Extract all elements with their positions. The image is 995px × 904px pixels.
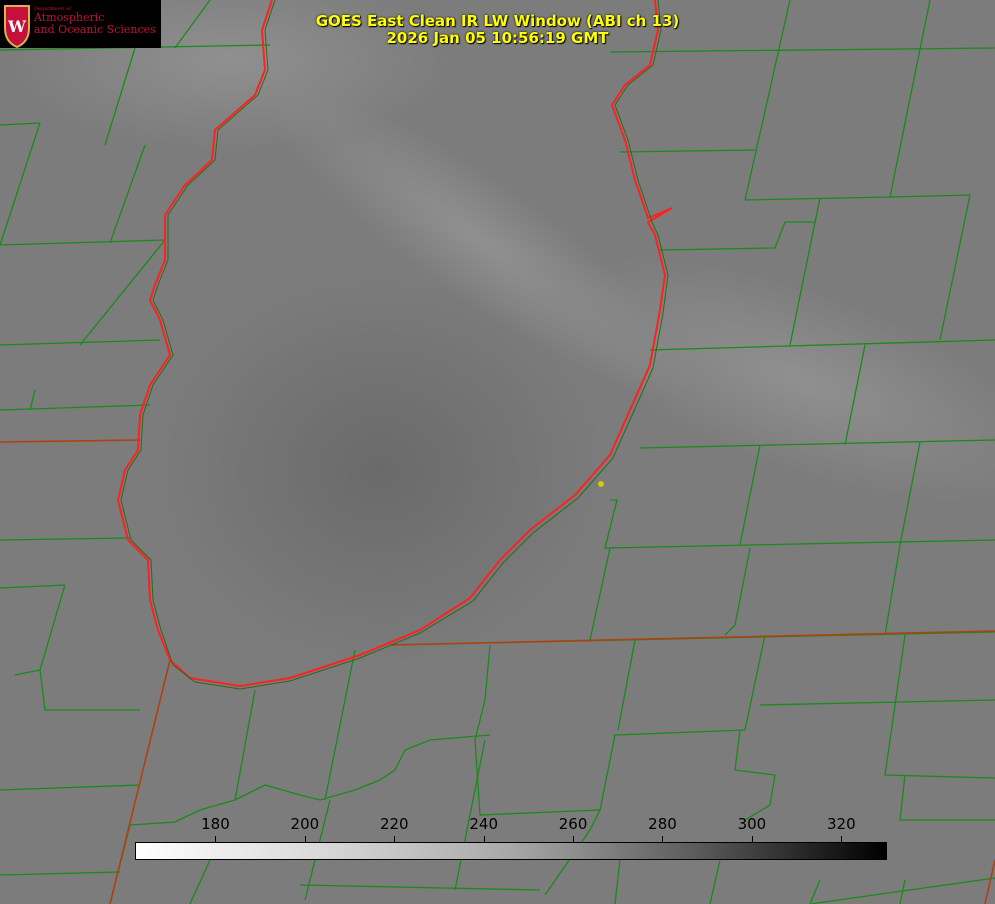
colorbar-tick-mark <box>841 836 843 842</box>
colorbar-tick-label: 180 <box>201 815 230 833</box>
colorbar-tick-mark <box>215 836 217 842</box>
colorbar-tick-label: 260 <box>558 815 588 833</box>
colorbar <box>135 842 887 860</box>
colorbar-tick-mark <box>304 836 306 842</box>
colorbar-tick-mark <box>662 836 664 842</box>
colorbar-tick-label: 320 <box>826 815 856 833</box>
colorbar-tick-mark <box>573 836 575 842</box>
image-timestamp: 2026 Jan 05 10:56:19 GMT <box>386 29 609 47</box>
colorbar-tick-mark <box>394 836 396 842</box>
colorbar-tick-mark <box>483 836 485 842</box>
image-title: GOES East Clean IR LW Window (ABI ch 13) <box>315 12 680 30</box>
colorbar-tick-label: 240 <box>469 815 498 833</box>
colorbar-tick-label: 300 <box>737 815 767 833</box>
map-layers <box>0 0 995 904</box>
lake-surface <box>150 270 610 670</box>
colorbar-tick-mark <box>751 836 753 842</box>
location-marker <box>598 481 604 487</box>
satellite-image-map: W Department of Atmospheric and Oceanic … <box>0 0 995 904</box>
colorbar-tick-label: 200 <box>290 815 320 833</box>
colorbar-tick-label: 280 <box>648 815 677 833</box>
colorbar-tick-label: 220 <box>379 815 409 833</box>
